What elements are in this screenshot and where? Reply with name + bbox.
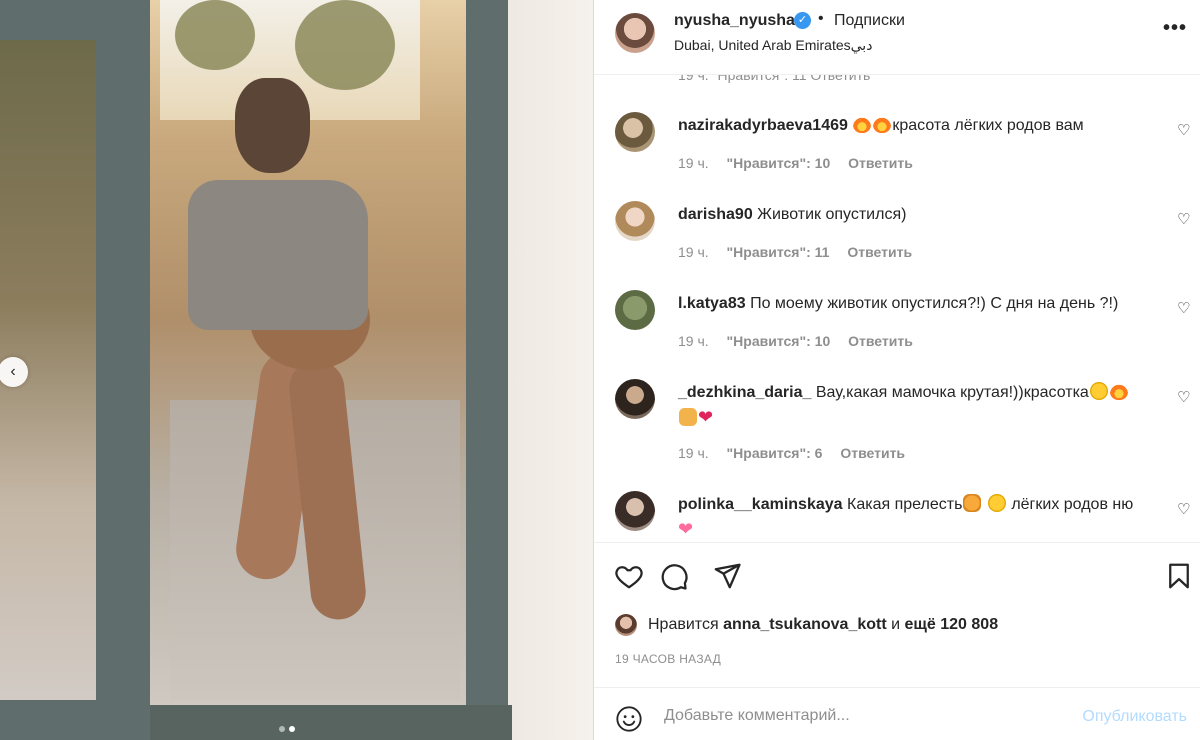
following-button[interactable]: Подписки xyxy=(834,12,905,30)
comment-like-heart-icon[interactable]: ♡ xyxy=(1177,123,1191,138)
heart-icon[interactable] xyxy=(614,561,644,591)
comment-meta: 19 ч. "Нравится": 10 Ответить xyxy=(678,155,927,171)
commenter-avatar[interactable] xyxy=(615,201,655,241)
comment-text: _dezhkina_daria_ Вау,какая мамочка крута… xyxy=(678,381,1158,431)
publish-button[interactable]: Опубликовать xyxy=(1082,708,1187,726)
comments-list[interactable]: 19 ч. "Нравится": 11 Ответить nazirakady… xyxy=(594,75,1200,542)
figure-sweater xyxy=(188,180,368,330)
comment-text: darisha90 Животик опустился) xyxy=(678,203,1158,227)
comment-input[interactable] xyxy=(664,702,1064,730)
comment-time[interactable]: 19 ч. xyxy=(678,244,709,260)
comment-likes[interactable]: "Нравится": 11 xyxy=(727,244,830,260)
chevron-left-icon: ‹ xyxy=(10,363,16,380)
header-bullet: • xyxy=(818,10,824,27)
commenter-avatar[interactable] xyxy=(615,112,655,152)
reply-button[interactable]: Ответить xyxy=(840,445,905,461)
comment-time[interactable]: 19 ч. xyxy=(678,445,709,461)
comment-likes[interactable]: "Нравится": 6 xyxy=(727,445,823,461)
comment-meta: 19 ч. "Нравится": 11 Ответить xyxy=(678,244,926,260)
reply-button[interactable]: Ответить xyxy=(847,244,912,260)
bookmark-icon[interactable] xyxy=(1164,561,1194,591)
liker-avatar[interactable] xyxy=(615,614,637,636)
likes-summary: Нравится anna_tsukanova_kott и ещё 120 8… xyxy=(615,612,998,638)
tree-reflection xyxy=(175,0,255,70)
comment-text: l.katya83 По моему животик опустился?!) … xyxy=(678,292,1158,316)
post-timestamp[interactable]: 19 ЧАСОВ НАЗАД xyxy=(615,652,721,666)
smiling-hearts-emoji-icon xyxy=(987,494,1006,512)
more-options-icon[interactable]: ••• xyxy=(1163,17,1187,40)
comment-body: По моему животик опустился?!) С дня на д… xyxy=(750,295,1119,312)
post-actions-bar xyxy=(594,542,1200,602)
commenter-username[interactable]: darisha90 xyxy=(678,206,753,223)
carousel-dot[interactable] xyxy=(279,726,285,732)
paper-plane-icon[interactable] xyxy=(712,561,742,591)
commenter-avatar[interactable] xyxy=(615,379,655,419)
comment-body: красота лёгких родов вам xyxy=(892,117,1084,134)
comment-body-continued: лёгких родов ню xyxy=(1011,496,1134,513)
comment-time[interactable]: 19 ч. xyxy=(678,333,709,349)
comment-text: nazirakadyrbaeva1469 красота лёгких родо… xyxy=(678,114,1158,138)
comment-body: Животик опустился) xyxy=(757,206,907,223)
carousel-dots xyxy=(279,726,295,732)
author-avatar[interactable] xyxy=(615,13,655,53)
comment-likes[interactable]: "Нравится": 10 xyxy=(727,333,831,349)
post-location[interactable]: Dubai, United Arab Emiratesدبي xyxy=(674,37,872,54)
comment-body: Вау,какая мамочка крутая!))красотка xyxy=(815,384,1089,401)
post-side-panel: nyusha_nyusha ✓ • Подписки Dubai, United… xyxy=(593,0,1200,740)
raising-hands-emoji-icon xyxy=(679,408,697,426)
window-sill xyxy=(150,705,512,740)
heart-eyes-cat-emoji-icon xyxy=(963,494,982,512)
post-photo[interactable]: ‹ xyxy=(0,0,593,740)
comment-icon[interactable] xyxy=(659,561,689,591)
pink-heart-emoji-icon: ❤ xyxy=(678,519,694,539)
window-frame-right xyxy=(466,0,512,740)
commenter-username[interactable]: polinka__kaminskaya xyxy=(678,496,843,513)
comment-meta: 19 ч. "Нравится": 6 Ответить xyxy=(678,445,919,461)
red-heart-emoji-icon: ❤ xyxy=(698,407,714,427)
likes-count[interactable]: ещё 120 808 xyxy=(905,616,999,633)
commenter-username[interactable]: _dezhkina_daria_ xyxy=(678,384,811,401)
emoji-smiley-icon[interactable] xyxy=(615,705,643,733)
fire-emoji-icon xyxy=(1109,382,1128,400)
comment-text: polinka__kaminskaya Какая прелесть лёгки… xyxy=(678,493,1158,542)
commenter-avatar[interactable] xyxy=(615,491,655,531)
figure-head xyxy=(235,78,310,173)
wall xyxy=(508,0,593,740)
verified-badge-icon: ✓ xyxy=(794,12,811,29)
add-comment-bar: Опубликовать xyxy=(594,687,1200,740)
likes-text: Нравится anna_tsukanova_kott и ещё 120 8… xyxy=(648,616,998,634)
comment-likes[interactable]: "Нравится": 10 xyxy=(727,155,831,171)
commenter-username[interactable]: nazirakadyrbaeva1469 xyxy=(678,117,848,134)
comment-like-heart-icon[interactable]: ♡ xyxy=(1177,502,1191,517)
comment-like-heart-icon[interactable]: ♡ xyxy=(1177,212,1191,227)
likes-prefix: Нравится xyxy=(648,616,719,633)
comment-body: Какая прелесть xyxy=(847,496,963,513)
post-header: nyusha_nyusha ✓ • Подписки Dubai, United… xyxy=(594,0,1200,75)
fire-emoji-icon xyxy=(873,115,892,133)
author-username[interactable]: nyusha_nyusha xyxy=(674,12,795,30)
comment-like-heart-icon[interactable]: ♡ xyxy=(1177,301,1191,316)
star-struck-emoji-icon xyxy=(1089,382,1108,400)
comment-time[interactable]: 19 ч. xyxy=(678,155,709,171)
commenter-username[interactable]: l.katya83 xyxy=(678,295,746,312)
comment-meta-partial: 19 ч. "Нравится": 11 Ответить xyxy=(678,75,871,83)
reply-button[interactable]: Ответить xyxy=(848,155,913,171)
fire-emoji-icon xyxy=(853,115,872,133)
comment-meta: 19 ч. "Нравится": 10 Ответить xyxy=(678,333,927,349)
liker-username[interactable]: anna_tsukanova_kott xyxy=(723,616,887,633)
tree-reflection xyxy=(295,0,395,90)
commenter-avatar[interactable] xyxy=(615,290,655,330)
comment-like-heart-icon[interactable]: ♡ xyxy=(1177,390,1191,405)
likes-conjunction: и xyxy=(891,616,901,633)
carousel-dot-active[interactable] xyxy=(289,726,295,732)
reply-button[interactable]: Ответить xyxy=(848,333,913,349)
